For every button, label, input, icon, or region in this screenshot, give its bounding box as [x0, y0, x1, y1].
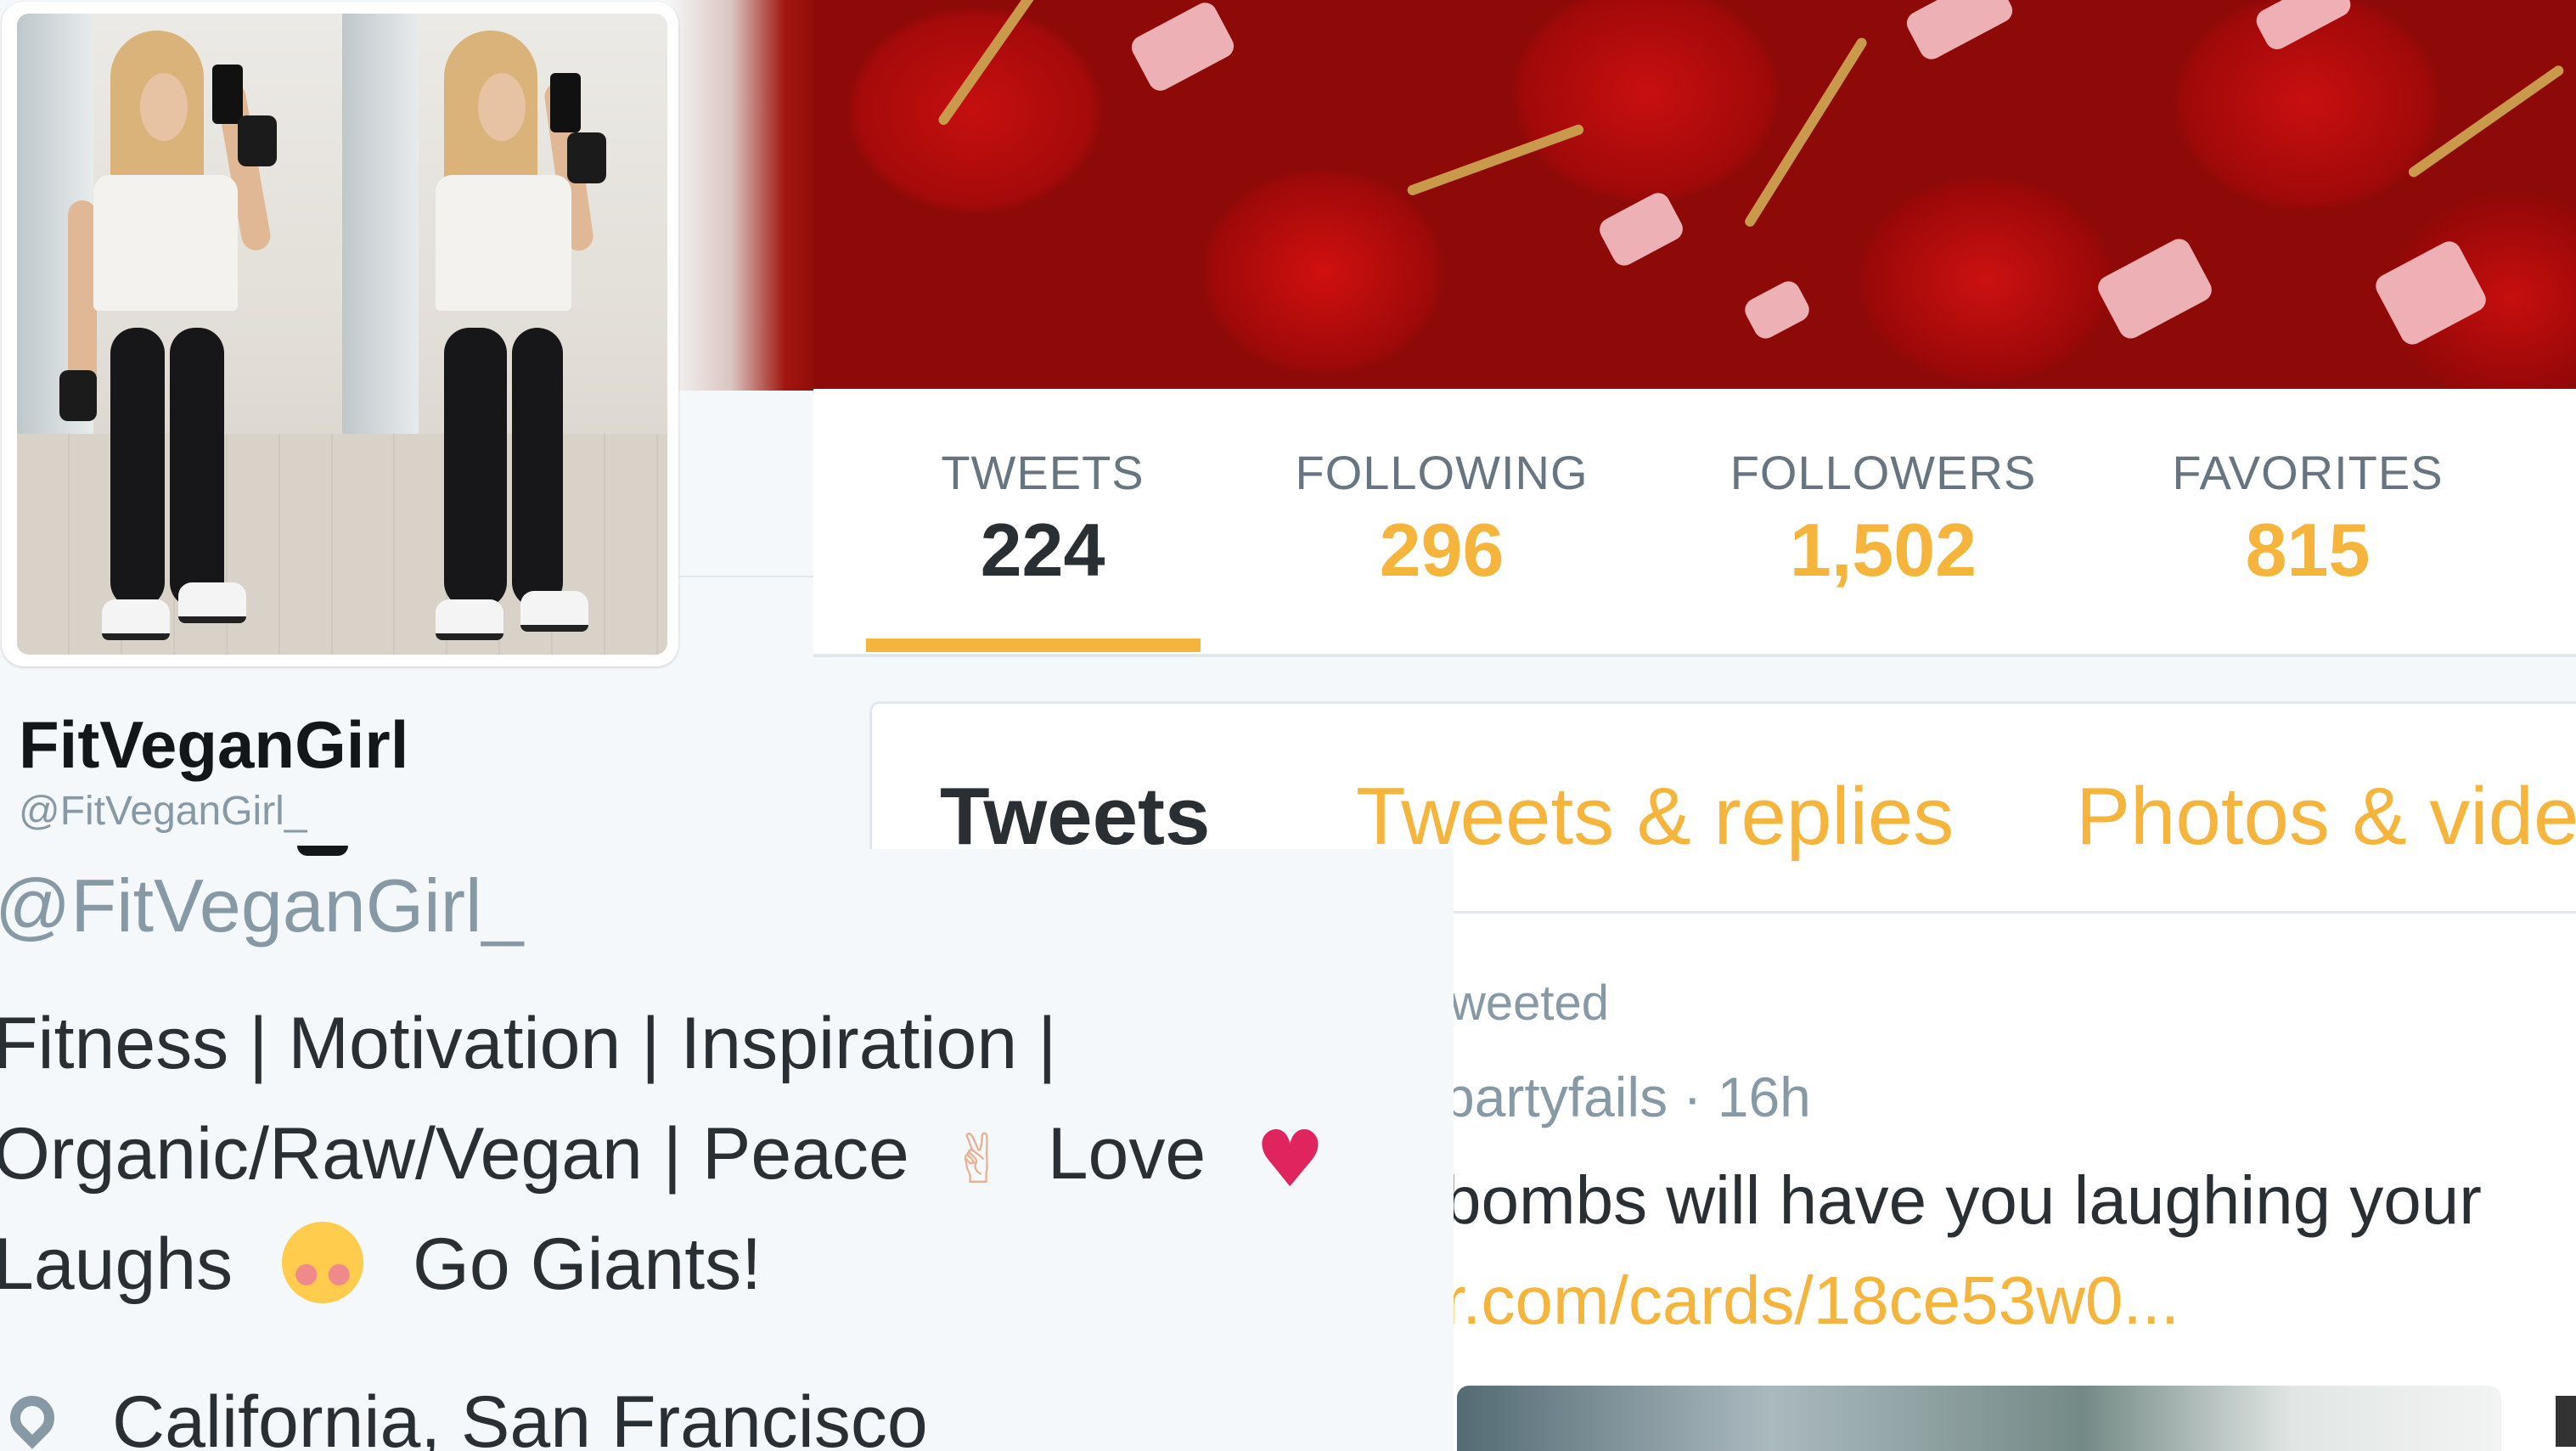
photo-phone	[550, 73, 581, 132]
smiling-face-emoji-icon	[282, 1222, 364, 1304]
photo-shoe	[178, 582, 246, 623]
banner-stem	[1742, 36, 1869, 229]
banner-highlight	[1902, 0, 2017, 64]
stat-followers[interactable]: FOLLOWERS 1,502	[1696, 445, 2070, 593]
bio-text: Go Giants!	[412, 1223, 762, 1305]
photo-shoe	[520, 591, 588, 632]
photo-arm	[68, 200, 97, 387]
active-tab-underline	[866, 638, 1201, 652]
stat-following[interactable]: FOLLOWING 296	[1263, 445, 1620, 593]
retweeted-label: weeted	[1450, 976, 1610, 1031]
tab-photos-videos[interactable]: Photos & vide	[2076, 770, 2576, 863]
stat-value: 1,502	[1789, 508, 1977, 592]
profile-name[interactable]: FitVeganGirl	[19, 706, 408, 784]
photo-glove	[567, 132, 606, 183]
stat-label: FOLLOWERS	[1730, 446, 2037, 499]
stat-value: 224	[980, 508, 1105, 592]
photo-shirt	[93, 175, 238, 311]
photo-phone	[212, 65, 243, 124]
location-pin-icon	[1, 1386, 64, 1449]
stat-label: FAVORITES	[2172, 446, 2444, 499]
peace-emoji-icon: ✌	[949, 1119, 1007, 1199]
bio-text: Laughs	[0, 1223, 233, 1305]
profile-bio-panel: @FitVeganGirl_ Fitness | Motivation | In…	[0, 846, 1454, 1451]
header-banner-image[interactable]	[813, 0, 2576, 389]
tweet-media-edge	[2556, 1396, 2576, 1447]
tweet-media-image[interactable]	[1457, 1386, 2501, 1451]
bio-line: Fitness | Motivation | Inspiration |	[0, 1002, 1056, 1086]
banner-stem	[936, 0, 1053, 127]
heart-emoji-icon: ♥	[1255, 1113, 1325, 1205]
tweet-link[interactable]: r.com/cards/18ce53w0...	[1443, 1262, 2179, 1340]
banner-highlight	[2252, 0, 2355, 53]
profile-handle[interactable]: @FitVeganGirl_	[19, 788, 307, 835]
stat-favorites[interactable]: FAVORITES 815	[2138, 445, 2478, 593]
bio-line: Laughs Go Giants!	[0, 1222, 762, 1310]
photo-leg	[110, 328, 165, 608]
bio-text: Fitness | Motivation | Inspiration |	[0, 1003, 1057, 1084]
banner-stem	[2406, 63, 2566, 179]
photo-glove	[238, 115, 277, 166]
photo-shoe	[436, 599, 503, 640]
photo-face	[478, 73, 526, 141]
profile-nav: TWEETS 224 FOLLOWING 296 FOLLOWERS 1,502…	[813, 389, 2576, 657]
text-fragment	[297, 846, 348, 856]
avatar-photo-right	[342, 14, 667, 655]
banner-highlight	[1595, 188, 1687, 270]
stat-label: TWEETS	[941, 446, 1145, 499]
stat-tweets[interactable]: TWEETS 224	[932, 445, 1153, 593]
stat-value: 815	[2245, 508, 2371, 592]
banner-stem	[1405, 123, 1585, 197]
avatar-photo	[17, 14, 667, 655]
photo-face	[140, 73, 188, 141]
tweet-text: bombs will have you laughing your	[1443, 1162, 2482, 1238]
banner-highlight	[1128, 0, 1238, 95]
tweet-author-time[interactable]: partyfails · 16h	[1443, 1065, 1811, 1129]
location-text: California, San Francisco	[112, 1381, 928, 1451]
banner-highlight	[1741, 277, 1814, 343]
banner-highlight	[2094, 234, 2216, 343]
bio-text: Love	[1047, 1113, 1206, 1195]
photo-leg	[170, 328, 224, 608]
photo-shoe	[102, 599, 170, 640]
banner-edge	[671, 0, 824, 391]
photo-leg	[512, 328, 563, 608]
profile-avatar[interactable]	[2, 2, 678, 666]
photo-glove	[59, 370, 97, 421]
banner-highlight	[2371, 237, 2490, 349]
profile-handle-large[interactable]: @FitVeganGirl_	[0, 863, 524, 949]
photo-leg	[444, 328, 507, 608]
bio-text: Organic/Raw/Vegan | Peace	[0, 1113, 909, 1195]
avatar-photo-left	[17, 14, 342, 655]
stat-label: FOLLOWING	[1295, 446, 1589, 499]
divider	[679, 576, 813, 577]
photo-shirt	[436, 175, 571, 311]
stat-value: 296	[1379, 508, 1505, 592]
profile-page: TWEETS 224 FOLLOWING 296 FOLLOWERS 1,502…	[0, 0, 2576, 1451]
bio-line: Organic/Raw/Vegan | Peace ✌ Love ♥	[0, 1112, 1325, 1205]
